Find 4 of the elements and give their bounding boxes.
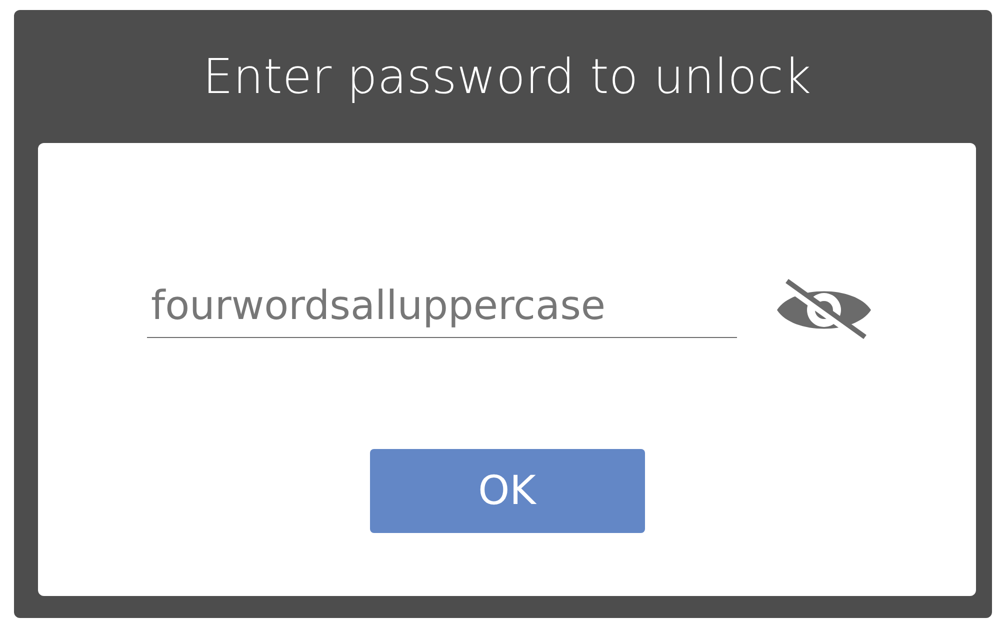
password-field[interactable]: fourwordsalluppercase [147,282,737,338]
ok-button[interactable]: OK [370,449,644,533]
dialog-title: Enter password to unlock [202,48,812,106]
eye-slash-icon[interactable] [775,279,873,341]
